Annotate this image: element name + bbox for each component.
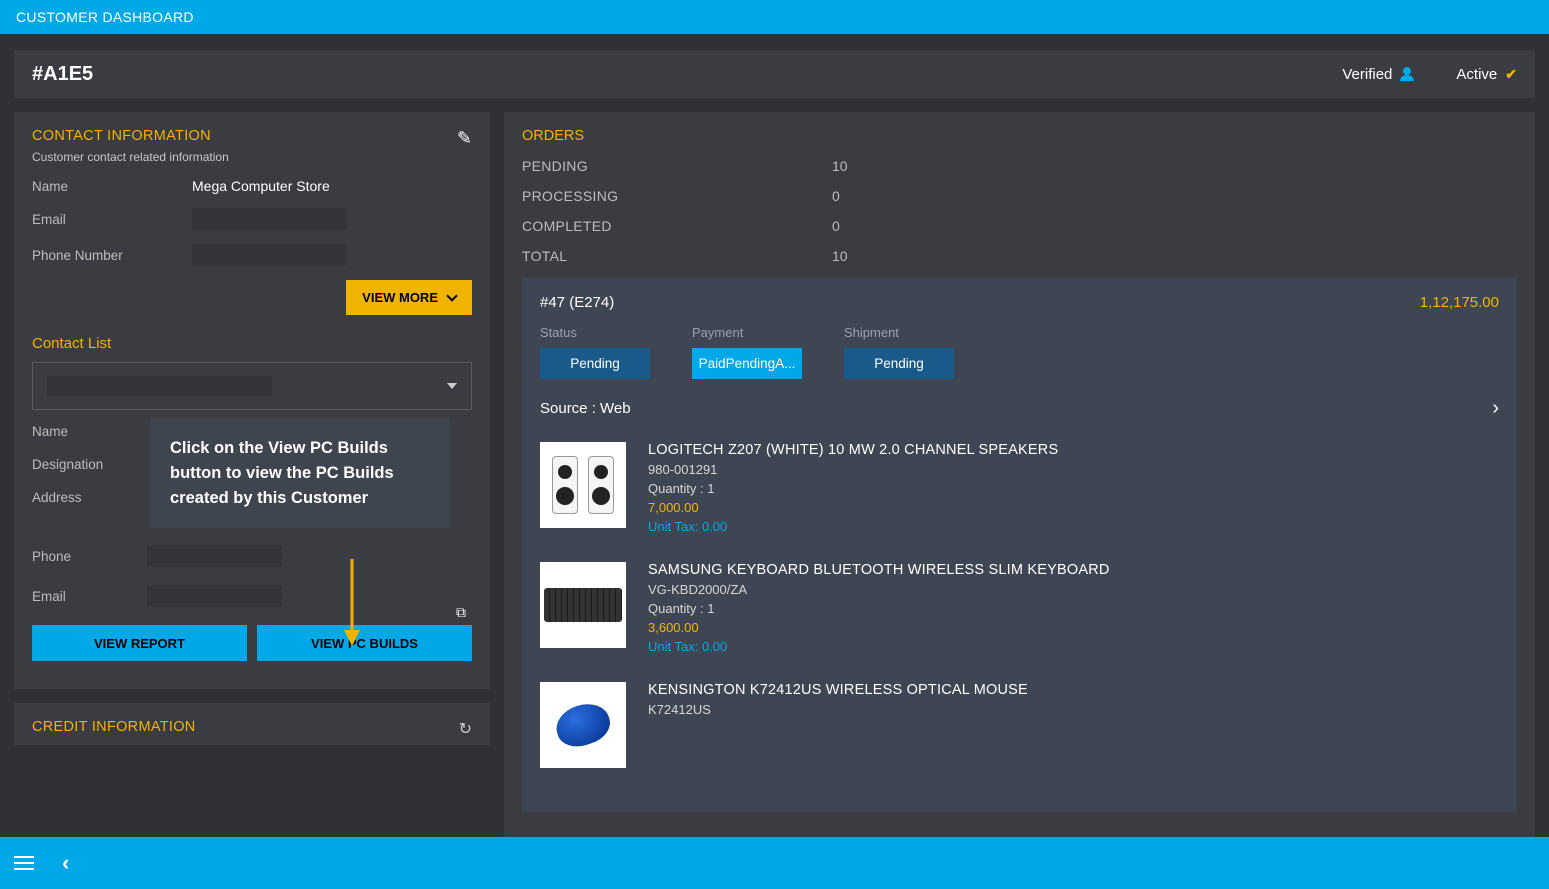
cl-email-val	[147, 585, 282, 607]
orders-card: ORDERS PENDING10 PROCESSING0 COMPLETED0 …	[504, 112, 1535, 837]
product-tax: Unit Tax: 0.00	[648, 639, 1110, 654]
orders-title: ORDERS	[522, 128, 1517, 144]
tooltip: Click on the View PC Builds button to vi…	[150, 418, 450, 528]
back-icon[interactable]: ‹	[62, 850, 69, 876]
contact-info-card: CONTACT INFORMATION Customer contact rel…	[14, 112, 490, 689]
credit-info-title: CREDIT INFORMATION	[32, 719, 196, 735]
product-thumbnail	[540, 442, 626, 528]
email-label: Email	[32, 212, 182, 227]
topbar-title: CUSTOMER DASHBOARD	[16, 9, 194, 25]
shipment-pill[interactable]: Pending	[844, 348, 954, 379]
product-row: KENSINGTON K72412US WIRELESS OPTICAL MOU…	[540, 682, 1499, 768]
bottombar: ‹	[0, 837, 1549, 889]
contact-list-fields: Name Designation Address Phone Email Cli…	[32, 424, 472, 673]
cl-phone-val	[147, 545, 282, 567]
edit-icon[interactable]: ✎	[457, 128, 472, 149]
dropdown-selected	[47, 376, 272, 396]
cl-name-label: Name	[32, 424, 137, 439]
product-thumbnail	[540, 682, 626, 768]
status-label: Status	[540, 325, 650, 340]
product-price: 7,000.00	[648, 500, 1058, 515]
main: #A1E5 Verified Active ✔ CONTACT INFORMAT…	[0, 34, 1549, 837]
stat-pending-label: PENDING	[522, 158, 832, 174]
refresh-icon[interactable]: ↻	[459, 719, 472, 739]
active-label: Active	[1456, 66, 1497, 83]
view-report-button[interactable]: VIEW REPORT	[32, 625, 247, 661]
verified-label: Verified	[1342, 66, 1392, 83]
stat-total-label: TOTAL	[522, 248, 832, 264]
phone-value	[192, 244, 347, 266]
cl-designation-label: Designation	[32, 457, 137, 472]
header-badges: Verified Active ✔	[1342, 66, 1517, 83]
product-tax: Unit Tax: 0.00	[648, 519, 1058, 534]
shipment-label: Shipment	[844, 325, 954, 340]
order-source: Source : Web	[540, 400, 631, 417]
cl-email-label: Email	[32, 589, 137, 604]
chevron-down-icon	[446, 290, 457, 301]
name-value: Mega Computer Store	[192, 178, 330, 194]
phone-label: Phone Number	[32, 248, 182, 263]
menu-icon[interactable]	[14, 856, 34, 870]
status-pill[interactable]: Pending	[540, 348, 650, 379]
cl-address-label: Address	[32, 490, 137, 505]
product-sku: VG-KBD2000/ZA	[648, 582, 1110, 597]
stat-completed-val: 0	[832, 218, 840, 234]
email-value	[192, 208, 347, 230]
customer-header: #A1E5 Verified Active ✔	[14, 50, 1535, 98]
stat-processing-label: PROCESSING	[522, 188, 832, 204]
contact-list-title: Contact List	[32, 335, 472, 352]
tooltip-text: Click on the View PC Builds button to vi…	[170, 439, 394, 507]
order-id: #47 (E274)	[540, 294, 614, 311]
order-item: #47 (E274) 1,12,175.00 Status Pending Pa…	[522, 278, 1517, 812]
product-price: 3,600.00	[648, 620, 1110, 635]
product-sku: 980-001291	[648, 462, 1058, 477]
user-verified-icon	[1400, 67, 1416, 81]
contact-info-subtitle: Customer contact related information	[32, 150, 229, 164]
product-row: SAMSUNG KEYBOARD BLUETOOTH WIRELESS SLIM…	[540, 562, 1499, 654]
stat-completed-label: COMPLETED	[522, 218, 832, 234]
stat-pending-val: 10	[832, 158, 848, 174]
dropdown-caret-icon	[447, 383, 457, 389]
product-name: LOGITECH Z207 (WHITE) 10 MW 2.0 CHANNEL …	[648, 442, 1058, 458]
product-name: SAMSUNG KEYBOARD BLUETOOTH WIRELESS SLIM…	[648, 562, 1110, 578]
product-qty: Quantity : 1	[648, 481, 1058, 496]
verified-badge: Verified	[1342, 66, 1416, 83]
check-icon: ✔	[1505, 66, 1517, 83]
credit-info-card: CREDIT INFORMATION ↻	[14, 703, 490, 745]
product-name: KENSINGTON K72412US WIRELESS OPTICAL MOU…	[648, 682, 1028, 698]
copy-icon[interactable]: ⧉	[456, 604, 466, 621]
cl-phone-label: Phone	[32, 549, 137, 564]
view-more-label: VIEW MORE	[362, 290, 438, 305]
product-thumbnail	[540, 562, 626, 648]
product-sku: K72412US	[648, 702, 1028, 717]
active-badge: Active ✔	[1456, 66, 1517, 83]
contact-info-title: CONTACT INFORMATION	[32, 128, 229, 144]
tooltip-arrow-icon	[332, 554, 372, 654]
chevron-right-icon[interactable]: ›	[1492, 397, 1499, 420]
product-qty: Quantity : 1	[648, 601, 1110, 616]
name-label: Name	[32, 179, 182, 194]
customer-id: #A1E5	[32, 63, 93, 86]
payment-label: Payment	[692, 325, 802, 340]
view-more-button[interactable]: VIEW MORE	[346, 280, 472, 315]
topbar: CUSTOMER DASHBOARD	[0, 0, 1549, 34]
stat-total-val: 10	[832, 248, 848, 264]
product-row: LOGITECH Z207 (WHITE) 10 MW 2.0 CHANNEL …	[540, 442, 1499, 534]
contact-list-dropdown[interactable]	[32, 362, 472, 410]
order-amount: 1,12,175.00	[1420, 294, 1499, 311]
stat-processing-val: 0	[832, 188, 840, 204]
payment-pill[interactable]: PaidPendingA...	[692, 348, 802, 379]
